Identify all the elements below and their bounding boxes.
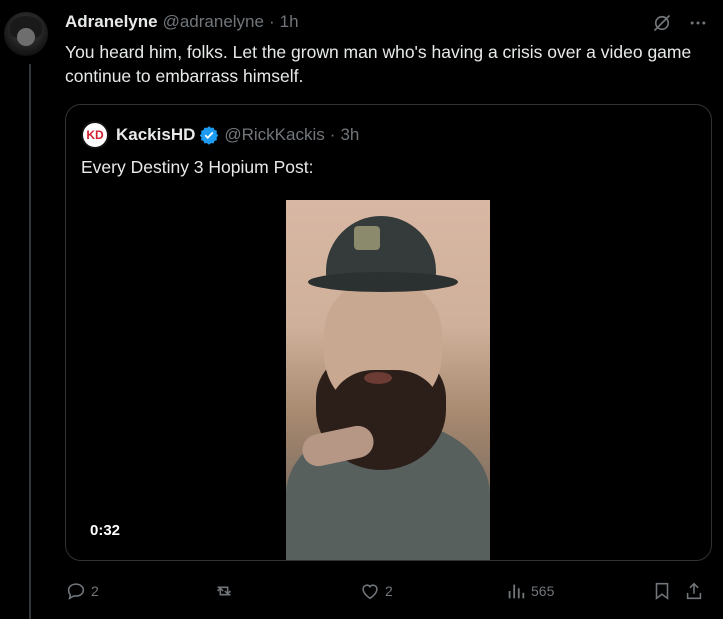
repost-button[interactable] — [213, 578, 239, 604]
more-icon[interactable] — [687, 12, 709, 34]
post-text: You heard him, folks. Let the grown man … — [65, 42, 692, 86]
share-icon — [683, 580, 705, 602]
verified-icon — [199, 125, 219, 145]
like-count: 2 — [385, 583, 393, 599]
video-duration: 0:32 — [90, 522, 121, 539]
quote-separator-dot: · — [329, 125, 336, 144]
author-name[interactable]: Adranelyne — [65, 12, 158, 32]
reply-icon — [65, 580, 87, 602]
views-count: 565 — [531, 583, 555, 599]
quote-header: KD KackisHD @RickKackis · 3h — [81, 121, 359, 149]
quoted-post[interactable]: KD KackisHD @RickKackis · 3h Every Desti… — [65, 104, 712, 561]
video-person-cap-brim — [308, 272, 458, 292]
grok-icon[interactable] — [651, 12, 673, 34]
share-button[interactable] — [683, 578, 705, 604]
bookmark-icon — [651, 580, 673, 602]
separator-dot: · — [268, 12, 275, 31]
avatar[interactable] — [4, 12, 48, 56]
author-handle[interactable]: @adranelyne — [163, 12, 264, 32]
reply-button[interactable]: 2 — [65, 578, 99, 604]
views-button[interactable]: 565 — [505, 578, 554, 604]
top-icons — [651, 12, 709, 34]
thread-line — [29, 64, 31, 619]
post-header: Adranelyne @adranelyne · 1h — [65, 12, 299, 32]
quote-avatar[interactable]: KD — [81, 121, 109, 149]
quote-author-handle[interactable]: @RickKackis — [224, 125, 324, 145]
bookmark-button[interactable] — [651, 578, 673, 604]
views-icon — [505, 580, 527, 602]
video-person-mouth — [364, 372, 392, 384]
quote-text: Every Destiny 3 Hopium Post: — [81, 157, 314, 177]
quote-author-name[interactable]: KackisHD — [116, 125, 195, 145]
like-button[interactable]: 2 — [359, 578, 393, 604]
post-time[interactable]: 1h — [280, 12, 299, 32]
action-bar: 2 2 565 — [65, 578, 710, 604]
reply-count: 2 — [91, 583, 99, 599]
repost-icon — [213, 580, 235, 602]
video-person-cap-logo — [354, 226, 380, 250]
quote-time[interactable]: 3h — [340, 125, 359, 145]
video-player[interactable] — [286, 200, 490, 560]
like-icon — [359, 580, 381, 602]
